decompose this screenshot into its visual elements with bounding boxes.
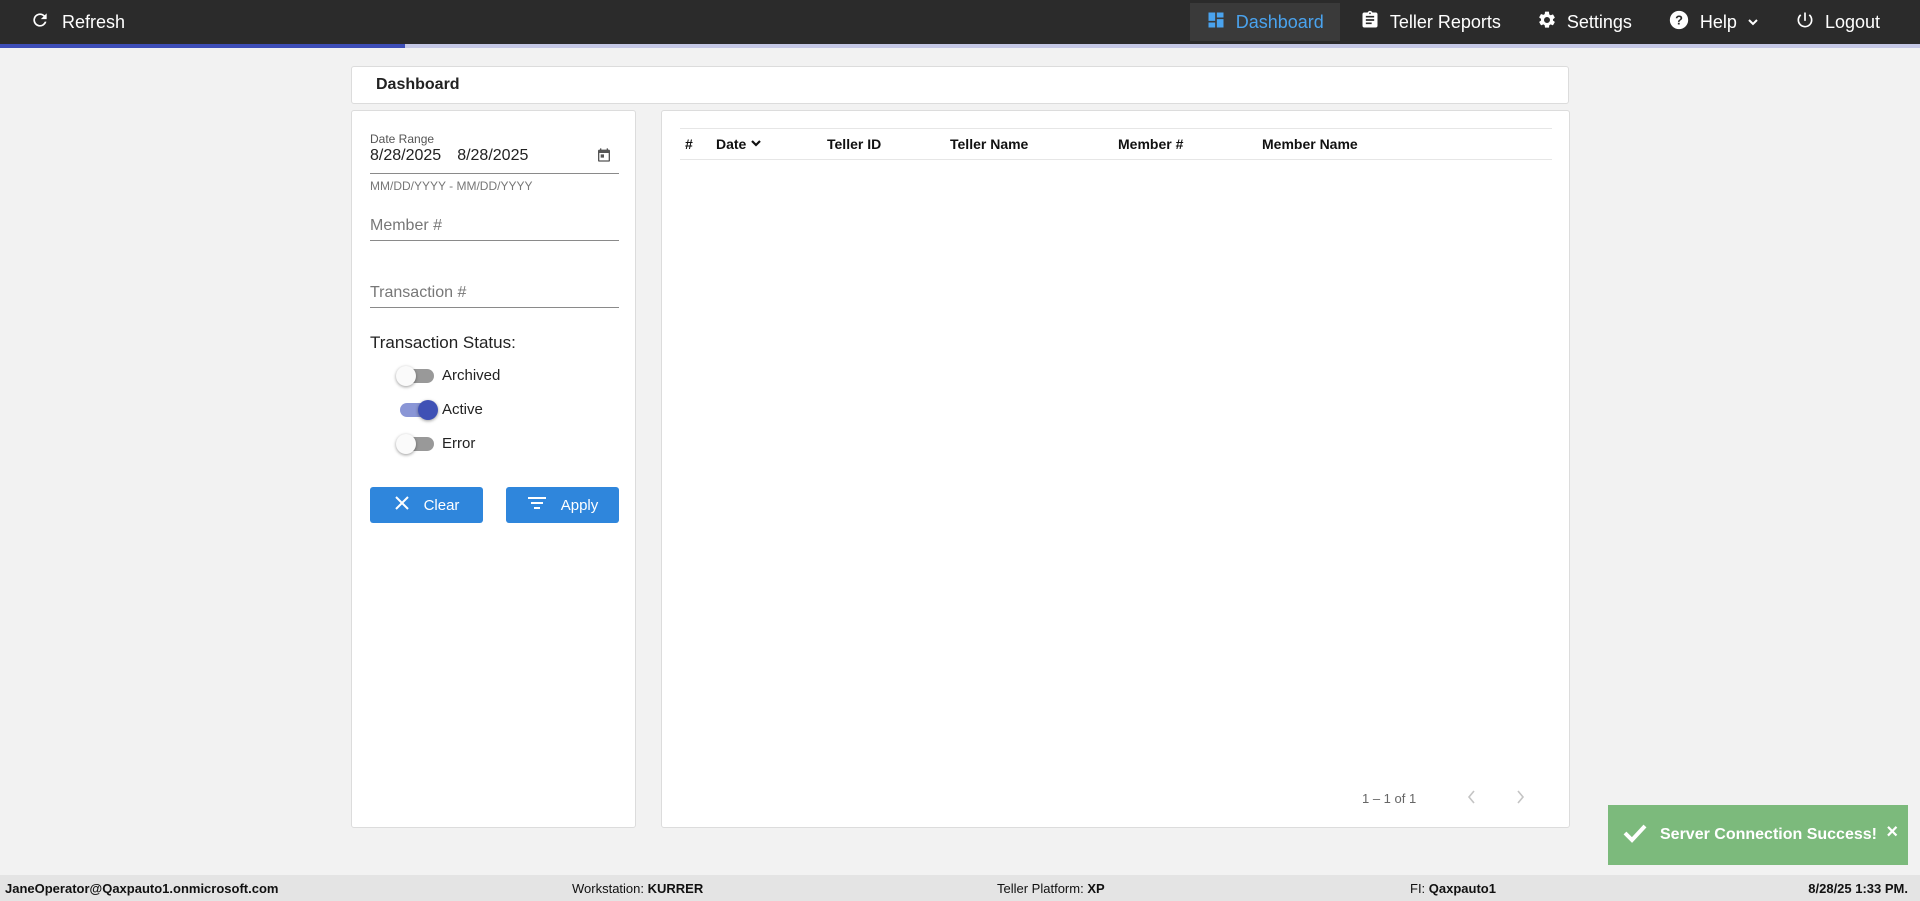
nav-logout-label: Logout [1824,11,1880,32]
column-header-teller-id[interactable]: Teller ID [827,129,881,159]
svg-text:?: ? [1675,12,1683,27]
filter-panel: Date Range 8/28/2025 8/28/2025 MM/DD/YYY… [351,110,636,828]
member-number-input[interactable] [370,211,619,241]
nav-settings-label: Settings [1566,11,1632,32]
refresh-label: Refresh [62,11,126,32]
nav-teller-reports-label: Teller Reports [1389,11,1501,32]
check-icon [1622,822,1648,849]
status-footer: JaneOperator@Qaxpauto1.onmicrosoft.com W… [0,875,1920,901]
transaction-number-input[interactable] [370,278,619,308]
nav-help[interactable]: ? Help [1652,3,1775,41]
nav-dashboard[interactable]: Dashboard [1189,3,1340,41]
footer-workstation: Workstation: KURRER [572,881,704,896]
column-header-member-name[interactable]: Member Name [1262,129,1358,159]
date-range-label: Date Range [370,132,435,146]
calendar-icon[interactable] [596,147,612,168]
nav-teller-reports[interactable]: Teller Reports [1344,3,1517,41]
error-label: Error [442,435,476,452]
gear-icon [1537,10,1557,35]
toast-close-button[interactable]: × [1886,821,1898,844]
footer-user: JaneOperator@Qaxpauto1.onmicrosoft.com [5,881,279,896]
nav-dashboard-label: Dashboard [1235,11,1324,32]
active-label: Active [442,401,483,418]
dashboard-icon [1206,10,1226,35]
filter-icon [527,495,547,515]
previous-page-button[interactable] [1457,784,1487,814]
nav-help-label: Help [1699,11,1737,32]
next-page-button[interactable] [1505,784,1535,814]
main-nav: Dashboard Teller Reports Settings ? Help [1189,0,1920,44]
date-range-underline [370,173,619,174]
refresh-button[interactable]: Refresh [30,0,125,44]
chevron-down-icon [1747,12,1759,33]
toggle-active[interactable]: Active [400,399,483,420]
nav-logout[interactable]: Logout [1779,3,1896,41]
apply-label: Apply [560,496,599,514]
chevron-right-icon [1514,789,1526,809]
power-icon [1795,10,1815,35]
sort-desc-icon [750,136,762,152]
page-title: Dashboard [351,66,1569,104]
archived-label: Archived [442,367,501,384]
footer-datetime: 8/28/25 1:33 PM. [1808,881,1908,896]
column-header-teller-name[interactable]: Teller Name [950,129,1028,159]
apply-button[interactable]: Apply [506,487,619,523]
loading-progress-bar [0,44,1920,48]
transaction-status-title: Transaction Status: [370,333,516,352]
error-switch[interactable] [396,433,434,454]
transactions-table-panel: # Date Teller ID Teller Name Member # Me… [661,110,1570,828]
toast-message: Server Connection Success! [1660,826,1877,843]
footer-fi: FI: Qaxpauto1 [1410,881,1496,896]
column-header-member-number[interactable]: Member # [1118,129,1183,159]
top-bar: Refresh Dashboard Teller Reports Setting… [0,0,1920,44]
help-icon: ? [1668,9,1690,36]
date-end[interactable]: 8/28/2025 [457,147,528,165]
column-header-date[interactable]: Date [716,129,762,159]
toggle-error[interactable]: Error [396,433,476,454]
chevron-left-icon [1466,789,1478,809]
footer-platform: Teller Platform: XP [997,881,1105,896]
close-icon [394,495,410,515]
clear-button[interactable]: Clear [370,487,483,523]
clipboard-icon [1360,10,1380,35]
nav-settings[interactable]: Settings [1521,3,1648,41]
date-range-input[interactable]: 8/28/2025 8/28/2025 [370,147,528,165]
clear-label: Clear [423,496,460,514]
date-range-hint: MM/DD/YYYY - MM/DD/YYYY [370,179,533,193]
refresh-icon [30,10,50,35]
table-header: # Date Teller ID Teller Name Member # Me… [680,128,1552,160]
toggle-archived[interactable]: Archived [396,365,501,386]
column-header-number[interactable]: # [685,129,693,159]
pagination-range: 1 – 1 of 1 [1362,791,1417,806]
success-toast: Server Connection Success! × [1608,805,1908,865]
date-start[interactable]: 8/28/2025 [370,147,441,165]
active-switch[interactable] [400,399,438,420]
archived-switch[interactable] [396,365,434,386]
